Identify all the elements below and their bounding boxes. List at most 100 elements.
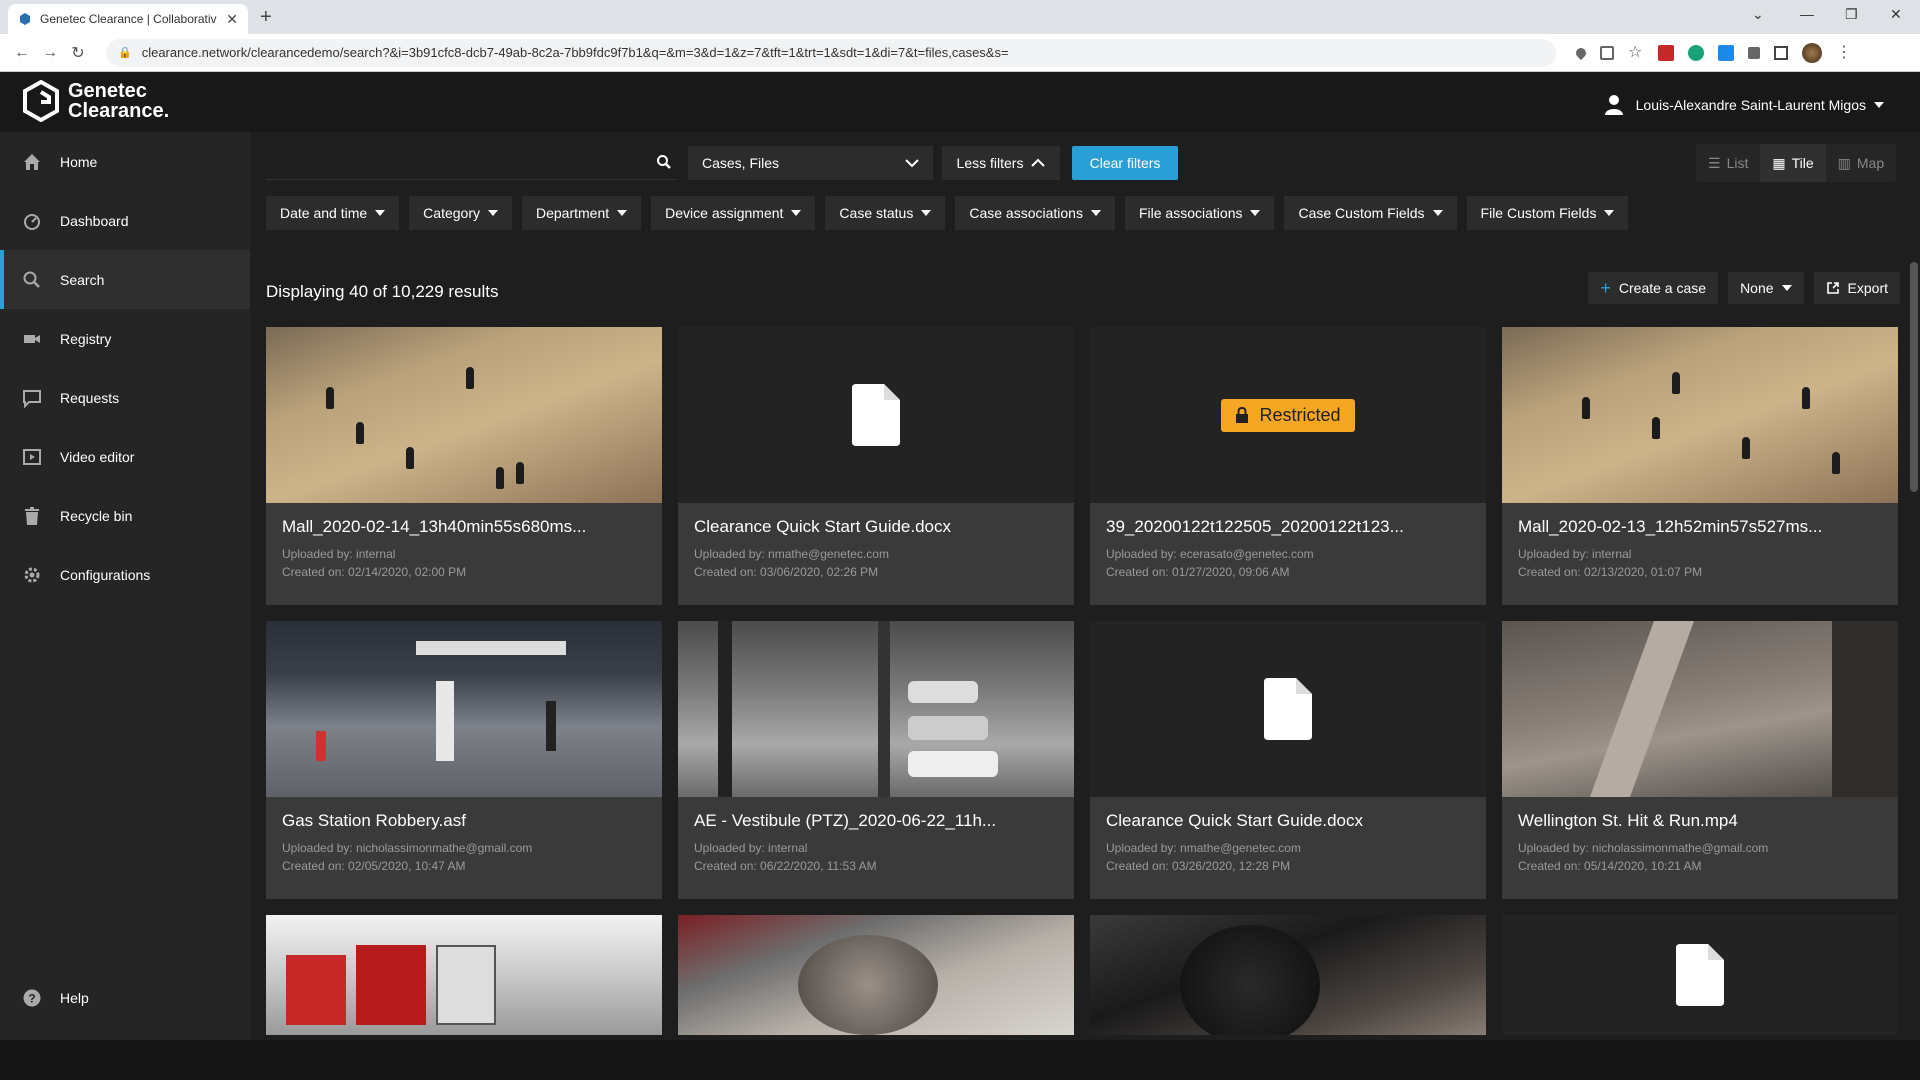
filter-label: Date and time [280, 205, 368, 221]
filter-case-custom-fields[interactable]: Case Custom Fields [1284, 196, 1457, 230]
star-icon[interactable]: ☆ [1628, 44, 1644, 61]
scope-select[interactable]: Cases, Files [688, 146, 933, 180]
result-card[interactable]: Wellington St. Hit & Run.mp4 Uploaded by… [1502, 621, 1898, 899]
extension-red-icon[interactable] [1658, 44, 1674, 61]
result-card[interactable]: AE - Vestibule (PTZ)_2020-06-22_11h... U… [678, 621, 1074, 899]
group-select[interactable]: None [1728, 272, 1804, 304]
view-list-label: List [1726, 155, 1749, 171]
sidebar-item-registry[interactable]: Registry [0, 309, 250, 368]
sidebar-item-recycle-bin[interactable]: Recycle bin [0, 486, 250, 545]
user-menu[interactable]: Louis-Alexandre Saint-Laurent Migos [1604, 94, 1884, 116]
sidebar-item-help[interactable]: ? Help [0, 968, 250, 1027]
video-editor-icon [23, 448, 41, 465]
less-filters-button[interactable]: Less filters [942, 146, 1060, 180]
result-card[interactable]: Gas Station Robbery.asf Uploaded by: nic… [266, 621, 662, 899]
minimize-icon[interactable]: — [1800, 6, 1814, 22]
trash-icon [25, 506, 39, 525]
extension-blue-icon[interactable] [1718, 44, 1734, 61]
card-created-on: Created on: 02/13/2020, 01:07 PM [1518, 565, 1703, 579]
close-tab-icon[interactable]: ✕ [226, 11, 238, 28]
extension-green-icon[interactable] [1688, 44, 1704, 61]
result-card[interactable] [266, 915, 662, 1035]
result-card[interactable]: Clearance Quick Start Guide.docx Uploade… [1090, 621, 1486, 899]
forward-icon[interactable]: → [36, 44, 64, 62]
view-toggle: ☰ List ▦ Tile ▥ Map [1696, 144, 1897, 182]
result-card[interactable]: Mall_2020-02-13_12h52min57s527ms... Uplo… [1502, 327, 1898, 605]
url-field[interactable]: 🔒 clearance.network/clearancedemo/search… [106, 38, 1556, 67]
result-card[interactable]: Restricted 39_20200122t122505_20200122t1… [1090, 327, 1486, 605]
puzzle-icon[interactable] [1748, 46, 1760, 59]
card-uploaded-by: Uploaded by: internal [694, 841, 808, 855]
menu-icon[interactable]: ⋮ [1836, 44, 1852, 61]
share-icon[interactable] [1600, 45, 1614, 60]
tab-title: Genetec Clearance | Collaborativ [40, 12, 217, 26]
genetec-logo-icon [23, 80, 59, 122]
sidepanel-icon[interactable] [1774, 45, 1788, 60]
filter-device-assignment[interactable]: Device assignment [651, 196, 816, 230]
chevron-down-icon[interactable]: ⌄ [1752, 6, 1764, 23]
card-created-on: Created on: 03/06/2020, 02:26 PM [694, 565, 879, 579]
restore-icon[interactable]: ❐ [1845, 6, 1858, 23]
list-icon: ☰ [1708, 154, 1721, 171]
view-list-button[interactable]: ☰ List [1696, 144, 1760, 182]
new-tab-icon[interactable]: + [260, 6, 272, 29]
clear-filters-button[interactable]: Clear filters [1072, 146, 1178, 180]
logo-line1: Genetec [68, 80, 147, 102]
lock-icon: 🔒 [118, 47, 132, 59]
result-card[interactable] [678, 915, 1074, 1035]
create-case-button[interactable]: + Create a case [1588, 272, 1719, 304]
view-map-button[interactable]: ▥ Map [1826, 144, 1896, 182]
sidebar-item-dashboard[interactable]: Dashboard [0, 191, 250, 250]
filter-label: File associations [1138, 205, 1243, 221]
sidebar-item-video-editor[interactable]: Video editor [0, 427, 250, 486]
sidebar-item-requests[interactable]: Requests [0, 368, 250, 427]
sidebar-item-configurations[interactable]: Configurations [0, 545, 250, 604]
result-card[interactable]: Mall_2020-02-14_13h40min55s680ms... Uplo… [266, 327, 662, 605]
sidebar-item-home[interactable]: Home [0, 132, 250, 191]
filter-file-custom-fields[interactable]: File Custom Fields [1466, 196, 1629, 230]
filter-department[interactable]: Department [521, 196, 642, 230]
chevron-down-icon [905, 159, 919, 168]
search-icon[interactable] [656, 154, 672, 170]
user-name: Louis-Alexandre Saint-Laurent Migos [1635, 97, 1866, 113]
result-card[interactable] [1090, 915, 1486, 1035]
browser-tab[interactable]: Genetec Clearance | Collaborativ ✕ [8, 4, 248, 34]
filter-file-associations[interactable]: File associations [1124, 196, 1275, 230]
card-uploaded-by: Uploaded by: nicholassimonmathe@gmail.co… [1518, 841, 1769, 855]
results-grid: Mall_2020-02-14_13h40min55s680ms... Uplo… [266, 327, 1900, 1035]
filter-date-and-time[interactable]: Date and time [266, 196, 400, 230]
scrollbar[interactable] [1910, 262, 1918, 492]
caret-down-icon [487, 210, 498, 216]
card-title: 39_20200122t122505_20200122t123... [1106, 517, 1404, 536]
map-icon: ▥ [1837, 154, 1851, 171]
app-header: Genetec Clearance. Louis-Alexandre Saint… [0, 72, 1920, 132]
card-created-on: Created on: 05/14/2020, 10:21 AM [1518, 859, 1702, 873]
back-icon[interactable]: ← [8, 44, 36, 62]
filter-category[interactable]: Category [409, 196, 512, 230]
filter-case-status[interactable]: Case status [825, 196, 946, 230]
tile-icon: ▦ [1772, 154, 1786, 171]
view-tile-button[interactable]: ▦ Tile [1760, 144, 1826, 182]
caret-down-icon [617, 210, 628, 216]
sidebar-item-search[interactable]: Search [0, 250, 250, 309]
card-created-on: Created on: 02/05/2020, 10:47 AM [282, 859, 466, 873]
sidebar-item-label: Help [60, 989, 89, 1006]
reload-icon[interactable]: ↻ [64, 43, 92, 63]
genetec-logo[interactable]: Genetec Clearance. [22, 80, 169, 122]
video-thumbnail [1090, 915, 1486, 1035]
filter-case-associations[interactable]: Case associations [955, 196, 1115, 230]
search-input[interactable] [266, 146, 636, 178]
home-icon [24, 153, 40, 170]
sidebar: Home Dashboard Search Registry Requests … [0, 132, 250, 1040]
result-card[interactable] [1502, 915, 1898, 1035]
profile-avatar-icon[interactable] [1802, 42, 1822, 63]
results-summary: Displaying 40 of 10,229 results [266, 282, 499, 301]
document-thumbnail [1502, 915, 1898, 1035]
location-icon[interactable] [1573, 45, 1589, 60]
result-card[interactable]: Clearance Quick Start Guide.docx Uploade… [678, 327, 1074, 605]
filter-label: Case Custom Fields [1298, 205, 1425, 221]
clear-filters-label: Clear filters [1089, 155, 1161, 171]
card-title: Wellington St. Hit & Run.mp4 [1518, 811, 1738, 830]
close-window-icon[interactable]: ✕ [1890, 6, 1902, 23]
export-button[interactable]: Export [1813, 272, 1900, 304]
